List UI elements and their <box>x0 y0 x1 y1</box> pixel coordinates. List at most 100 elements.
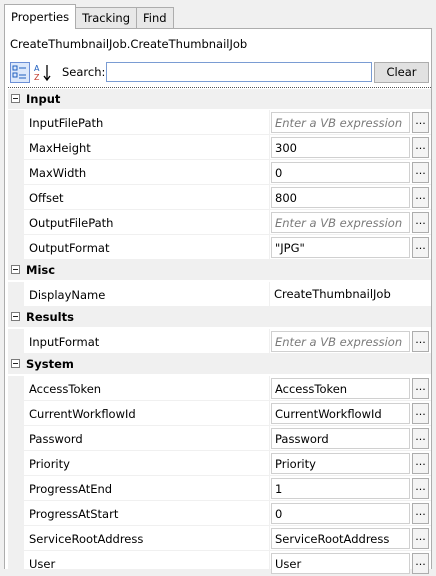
expression-editor-button[interactable]: ... <box>412 137 429 158</box>
column-splitter[interactable] <box>269 210 270 235</box>
property-name: ServiceRootAddress <box>29 532 144 546</box>
row-gutter <box>8 476 24 501</box>
expression-editor-button[interactable]: ... <box>412 478 429 499</box>
property-name: DisplayName <box>29 288 106 302</box>
collapse-toggle-icon[interactable] <box>11 312 20 321</box>
svg-text:Z: Z <box>34 73 40 82</box>
property-value-input[interactable]: 0 <box>271 162 410 183</box>
property-name: ProgressAtStart <box>29 507 119 521</box>
expression-editor-button[interactable]: ... <box>412 212 429 233</box>
expression-editor-button[interactable]: ... <box>412 112 429 133</box>
column-splitter[interactable] <box>269 376 270 401</box>
property-name: Password <box>29 432 83 446</box>
expression-editor-button[interactable]: ... <box>412 428 429 449</box>
property-row-user: User User... <box>8 551 431 576</box>
category-misc[interactable]: Misc <box>8 260 431 280</box>
expression-editor-button[interactable]: ... <box>412 503 429 524</box>
property-name: ProgressAtEnd <box>29 482 113 496</box>
properties-panel: CreateThumbnailJob.CreateThumbnailJob A … <box>4 28 432 576</box>
property-row-servicerootaddress: ServiceRootAddress ServiceRootAddress... <box>8 526 431 551</box>
row-gutter <box>8 282 24 307</box>
collapse-toggle-icon[interactable] <box>11 359 20 368</box>
column-splitter[interactable] <box>269 426 270 451</box>
column-splitter[interactable] <box>269 235 270 260</box>
property-row-displayname: DisplayName CreateThumbnailJob <box>8 282 431 307</box>
row-gutter <box>8 526 24 551</box>
expression-editor-button[interactable]: ... <box>412 187 429 208</box>
property-value-input[interactable]: 300 <box>271 137 410 158</box>
row-gutter <box>8 451 24 476</box>
property-row-outputfilepath: OutputFilePath Enter a VB expression... <box>8 210 431 235</box>
expression-editor-button[interactable]: ... <box>412 378 429 399</box>
property-value-input[interactable]: Password <box>271 428 410 449</box>
sort-az-icon: A Z <box>34 64 51 82</box>
category-input[interactable]: Input <box>8 89 431 109</box>
row-gutter <box>8 160 24 185</box>
tab-tracking[interactable]: Tracking <box>75 7 138 29</box>
column-splitter[interactable] <box>269 451 270 476</box>
property-row-outputformat: OutputFormat "JPG"... <box>8 235 431 260</box>
alphabetical-sort-button[interactable]: A Z <box>33 62 53 83</box>
expression-editor-button[interactable]: ... <box>412 162 429 183</box>
property-grid: Input InputFilePath Enter a VB expression.… <box>8 87 431 576</box>
property-value-input[interactable]: CurrentWorkflowId <box>271 403 410 424</box>
expression-editor-button[interactable]: ... <box>412 528 429 549</box>
clear-button[interactable]: Clear <box>374 62 429 83</box>
property-value-input[interactable]: Enter a VB expression <box>271 112 410 133</box>
property-value-input[interactable]: CreateThumbnailJob <box>271 284 410 305</box>
column-splitter[interactable] <box>269 501 270 526</box>
property-value-input[interactable]: 1 <box>271 478 410 499</box>
tab-properties[interactable]: Properties <box>4 4 77 29</box>
property-value-input[interactable]: 800 <box>271 187 410 208</box>
expression-editor-button[interactable]: ... <box>412 453 429 474</box>
property-row-currentworkflowid: CurrentWorkflowId CurrentWorkflowId... <box>8 401 431 426</box>
column-splitter[interactable] <box>269 526 270 551</box>
row-gutter <box>8 235 24 260</box>
property-name: Priority <box>29 457 70 471</box>
property-name: InputFormat <box>29 335 100 349</box>
row-gutter <box>8 551 24 576</box>
property-row-maxwidth: MaxWidth 0... <box>8 160 431 185</box>
row-gutter <box>8 210 24 235</box>
column-splitter[interactable] <box>269 551 270 576</box>
property-name: Offset <box>29 191 64 205</box>
property-value-input[interactable]: ServiceRootAddress <box>271 528 410 549</box>
column-splitter[interactable] <box>269 476 270 501</box>
category-results[interactable]: Results <box>8 307 431 327</box>
expression-editor-button[interactable]: ... <box>412 403 429 424</box>
row-gutter <box>8 376 24 401</box>
property-value-input[interactable]: Priority <box>271 453 410 474</box>
column-splitter[interactable] <box>269 160 270 185</box>
column-splitter[interactable] <box>269 185 270 210</box>
categorized-view-button[interactable] <box>10 62 30 83</box>
search-input[interactable] <box>106 62 372 82</box>
property-value-input[interactable]: AccessToken <box>271 378 410 399</box>
property-name: MaxWidth <box>29 166 87 180</box>
property-row-priority: Priority Priority... <box>8 451 431 476</box>
row-gutter <box>8 185 24 210</box>
property-value-input[interactable]: 0 <box>271 503 410 524</box>
expression-editor-button[interactable]: ... <box>412 331 429 352</box>
property-name: OutputFormat <box>29 241 110 255</box>
property-name: InputFilePath <box>29 116 104 130</box>
category-system[interactable]: System <box>8 354 431 374</box>
property-name: OutputFilePath <box>29 216 114 230</box>
expression-editor-button[interactable]: ... <box>412 237 429 258</box>
property-value-input[interactable]: User <box>271 553 410 574</box>
tab-strip: Properties Tracking Find <box>4 4 174 29</box>
collapse-toggle-icon[interactable] <box>11 265 20 274</box>
column-splitter[interactable] <box>269 329 270 354</box>
expression-editor-button[interactable]: ... <box>412 553 429 574</box>
property-row-maxheight: MaxHeight 300... <box>8 135 431 160</box>
property-row-inputformat: InputFormat Enter a VB expression... <box>8 329 431 354</box>
property-value-input[interactable]: Enter a VB expression <box>271 212 410 233</box>
column-splitter[interactable] <box>269 110 270 135</box>
row-gutter <box>8 501 24 526</box>
collapse-toggle-icon[interactable] <box>11 94 20 103</box>
property-value-input[interactable]: "JPG" <box>271 237 410 258</box>
property-value-input[interactable]: Enter a VB expression <box>271 331 410 352</box>
column-splitter[interactable] <box>269 282 270 307</box>
column-splitter[interactable] <box>269 135 270 160</box>
column-splitter[interactable] <box>269 401 270 426</box>
tab-find[interactable]: Find <box>136 7 174 29</box>
